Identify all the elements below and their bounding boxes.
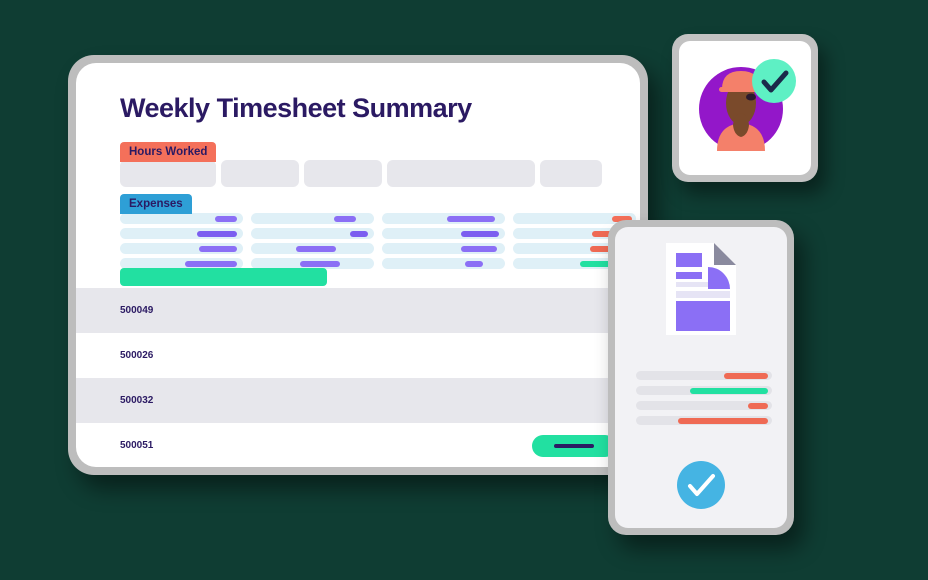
- expense-bar-value: [447, 215, 495, 222]
- section-header-bar: [120, 268, 327, 286]
- document-card-surface: [615, 227, 787, 528]
- hours-placeholder-5[interactable]: [540, 160, 602, 187]
- row-id: 500049: [120, 305, 154, 316]
- expense-bar-value: [199, 245, 237, 252]
- document-icon: [662, 241, 740, 342]
- document-status-card: [608, 220, 794, 535]
- expense-bar-value: [215, 215, 237, 222]
- row-id: 500026: [120, 350, 154, 361]
- expense-bar-value: [350, 230, 368, 237]
- expense-bar-value: [461, 245, 497, 252]
- tag-expenses[interactable]: Expenses: [120, 194, 192, 214]
- expense-bar-value: [461, 230, 499, 237]
- expense-bar-value: [334, 215, 356, 222]
- row-id: 500051: [120, 440, 154, 451]
- expense-bar[interactable]: [251, 213, 374, 224]
- table-row[interactable]: 500032: [76, 378, 640, 423]
- illustration-canvas: Weekly Timesheet Summary Hours Worked Ex…: [0, 0, 928, 580]
- blue-check-icon: [675, 459, 727, 516]
- document-data-bar: [636, 386, 772, 395]
- expense-bar-value: [300, 260, 340, 267]
- hours-placeholder-2[interactable]: [221, 160, 299, 187]
- document-data-bar-value: [678, 417, 768, 424]
- table-row[interactable]: 500051: [76, 423, 640, 467]
- expenses-bar-grid: [120, 213, 640, 269]
- timesheet-tablet: Weekly Timesheet Summary Hours Worked Ex…: [68, 55, 648, 475]
- timesheet-table: 500049 500026 500032 500051: [76, 288, 640, 467]
- expense-bar[interactable]: [382, 228, 505, 239]
- table-row[interactable]: 500049: [76, 288, 640, 333]
- expense-bar[interactable]: [251, 228, 374, 239]
- verified-worker-avatar-icon: [699, 59, 796, 151]
- document-data-bar: [636, 416, 772, 425]
- expense-bar[interactable]: [120, 213, 243, 224]
- document-data-bar-value: [690, 387, 768, 394]
- table-row[interactable]: 500026: [76, 333, 640, 378]
- hours-placeholder-3[interactable]: [304, 160, 382, 187]
- hours-worked-placeholder-row: [120, 160, 602, 187]
- tablet-screen: Weekly Timesheet Summary Hours Worked Ex…: [76, 63, 640, 467]
- expense-bar[interactable]: [382, 213, 505, 224]
- document-data-bars: [636, 371, 772, 425]
- hours-placeholder-4[interactable]: [387, 160, 535, 187]
- expenses-column-1: [120, 213, 243, 269]
- tag-hours-worked[interactable]: Hours Worked: [120, 142, 217, 162]
- expenses-column-3: [382, 213, 505, 269]
- hours-placeholder-1[interactable]: [120, 160, 216, 187]
- expense-bar-value: [296, 245, 336, 252]
- document-data-bar: [636, 401, 772, 410]
- expense-bar[interactable]: [251, 243, 374, 254]
- expense-bar[interactable]: [120, 228, 243, 239]
- expense-bar-value: [197, 230, 237, 237]
- expense-bar[interactable]: [120, 243, 243, 254]
- expense-bar[interactable]: [382, 243, 505, 254]
- worker-avatar-card: [672, 34, 818, 182]
- avatar-card-surface: [679, 41, 811, 175]
- document-data-bar: [636, 371, 772, 380]
- expense-bar[interactable]: [382, 258, 505, 269]
- expense-bar-value: [185, 260, 237, 267]
- row-action-button[interactable]: [532, 434, 616, 457]
- row-id: 500032: [120, 395, 154, 406]
- expense-bar-value: [465, 260, 483, 267]
- expenses-column-2: [251, 213, 374, 269]
- document-data-bar-value: [748, 402, 768, 409]
- document-data-bar-value: [724, 372, 768, 379]
- page-title: Weekly Timesheet Summary: [120, 93, 472, 123]
